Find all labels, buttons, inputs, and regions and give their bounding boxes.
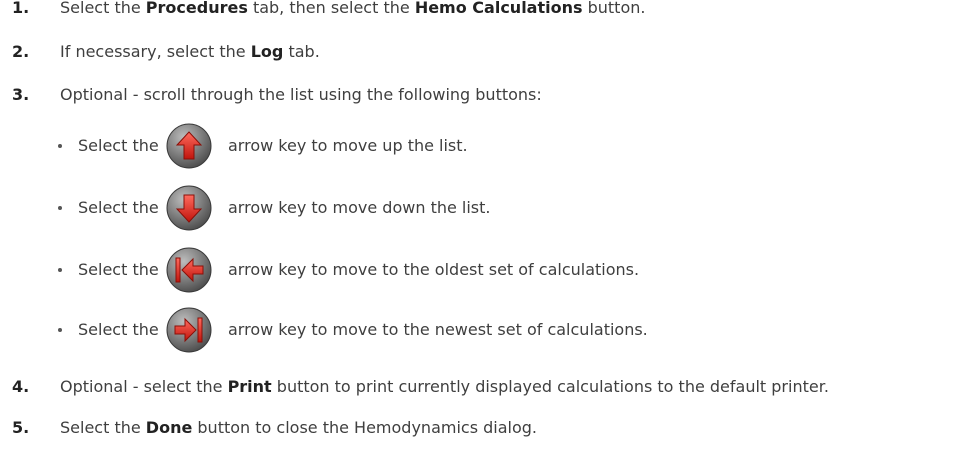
step-number: 5. bbox=[12, 418, 30, 437]
step-number: 4. bbox=[12, 377, 30, 396]
bullet-pre-text: Select the bbox=[78, 198, 159, 217]
bullet-pre-text: Select the bbox=[78, 260, 159, 279]
bullet-item-newest: Select the arrow key to move to the newe… bbox=[0, 307, 970, 353]
step-text: Select the Done button to close the Hemo… bbox=[60, 418, 537, 437]
step-number: 3. bbox=[12, 85, 30, 104]
bullet-post-text: arrow key to move up the list. bbox=[228, 136, 468, 155]
bullet-pre-text: Select the bbox=[78, 136, 159, 155]
bullet-item-oldest: Select the arrow key to move to the olde… bbox=[0, 247, 970, 293]
step-text: Optional - select the Print button to pr… bbox=[60, 377, 829, 396]
bullet-pre-text: Select the bbox=[78, 320, 159, 339]
bullet-item-down: Select the arrow key to move down the li… bbox=[0, 185, 970, 231]
step-number: 1. bbox=[12, 0, 30, 17]
bullet-dot bbox=[58, 328, 62, 332]
ui-term-procedures: Procedures bbox=[145, 0, 248, 17]
ui-term-print: Print bbox=[227, 377, 272, 396]
bullet-post-text: arrow key to move to the oldest set of c… bbox=[228, 260, 640, 279]
step-text: If necessary, select the Log tab. bbox=[60, 42, 320, 61]
step-text: Optional - scroll through the list using… bbox=[60, 85, 542, 104]
ui-term-log: Log bbox=[250, 42, 284, 61]
bullet-dot bbox=[58, 268, 62, 272]
arrow-to-newest-icon bbox=[166, 307, 212, 353]
bullet-dot bbox=[58, 206, 62, 210]
ui-term-hemo-calculations: Hemo Calculations bbox=[414, 0, 583, 17]
arrow-up-icon bbox=[166, 123, 212, 169]
step-text: Select the Procedures tab, then select t… bbox=[60, 0, 646, 17]
bullet-post-text: arrow key to move down the list. bbox=[228, 198, 491, 217]
bullet-post-text: arrow key to move to the newest set of c… bbox=[228, 320, 648, 339]
bullet-item-up: Select the arrow key to move up the list… bbox=[0, 123, 970, 169]
step-number: 2. bbox=[12, 42, 30, 61]
bullet-dot bbox=[58, 144, 62, 148]
arrow-to-oldest-icon bbox=[166, 247, 212, 293]
arrow-down-icon bbox=[166, 185, 212, 231]
ui-term-done: Done bbox=[145, 418, 193, 437]
